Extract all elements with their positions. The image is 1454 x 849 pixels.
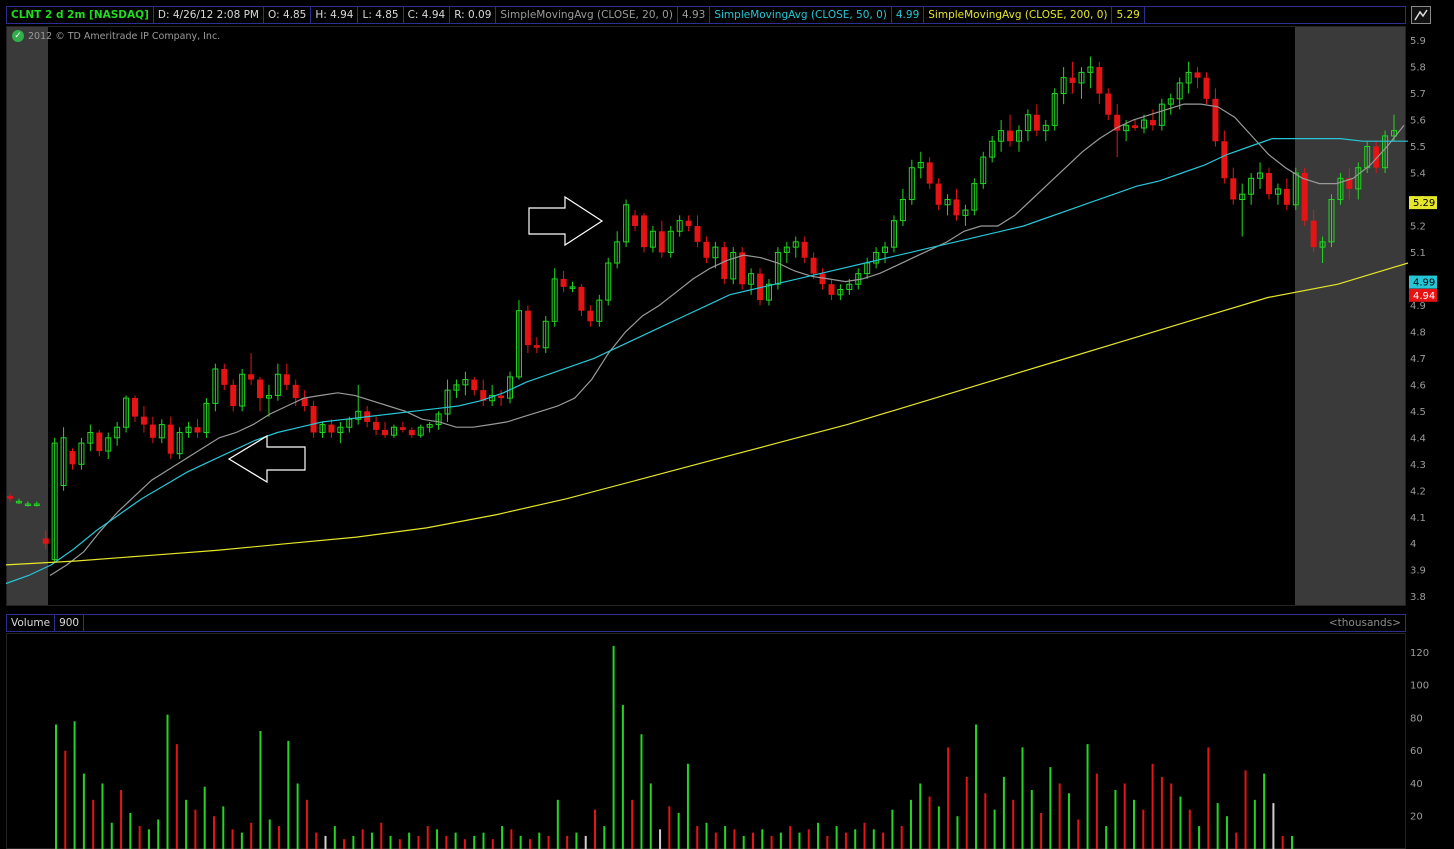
candle-body	[1310, 220, 1317, 248]
price-tick-label: 5.7	[1410, 89, 1426, 100]
candle-body	[533, 345, 540, 348]
candle-body	[578, 286, 585, 311]
candle-body	[810, 257, 817, 274]
candle-body	[149, 424, 156, 438]
arrow-left-icon	[227, 434, 306, 484]
chart-canvas: 5.95.85.75.65.55.45.35.25.154.94.84.74.6…	[5, 27, 1437, 849]
candle-body	[640, 215, 647, 248]
candle-body	[498, 395, 505, 399]
candle-body	[1069, 77, 1076, 83]
candle-body	[703, 241, 710, 258]
candle-body	[221, 368, 228, 385]
price-tick-label: 4.5	[1410, 407, 1426, 418]
afterhours-shade	[1295, 27, 1405, 605]
price-tick-label: 4.3	[1410, 460, 1426, 471]
price-tick-label: 3.8	[1410, 592, 1426, 603]
candle-body	[382, 429, 389, 436]
volume-tick-label: 60	[1410, 746, 1423, 757]
candle-body	[42, 538, 49, 544]
volume-tick-label: 120	[1410, 648, 1429, 659]
candle-body	[685, 220, 692, 226]
candle-body	[658, 231, 665, 253]
price-tick-label: 4	[1410, 539, 1416, 550]
candle-body	[1212, 98, 1219, 142]
candle-body	[69, 451, 76, 465]
candle-body	[819, 273, 826, 285]
volume-tick-label: 40	[1410, 779, 1423, 790]
candle-body	[632, 215, 639, 226]
candle-body	[1033, 114, 1040, 131]
candle-body	[1283, 188, 1290, 205]
candle-body	[408, 429, 415, 436]
copyright-text: 2012 © TD Ameritrade IP Company, Inc.	[28, 30, 221, 42]
price-badge-label: 4.99	[1413, 278, 1435, 289]
price-tick-label: 4.8	[1410, 327, 1426, 338]
arrow-right-icon	[528, 195, 604, 247]
sma20-line	[49, 103, 1405, 577]
candle-body	[292, 384, 299, 399]
price-tick-label: 4.7	[1410, 354, 1426, 365]
candle-body	[96, 432, 103, 452]
candle-body	[1265, 173, 1272, 195]
candle-body	[399, 427, 406, 430]
candle-body	[828, 284, 835, 295]
price-tick-label: 5.9	[1410, 36, 1426, 47]
ameritrade-logo-icon: ✓	[12, 30, 24, 42]
price-badge-label: 5.29	[1413, 198, 1435, 209]
price-tick-label: 5.4	[1410, 169, 1426, 180]
price-badge-label: 4.94	[1413, 291, 1435, 302]
candle-body	[373, 421, 380, 430]
price-tick-label: 5.5	[1410, 142, 1426, 153]
candle-body	[953, 199, 960, 216]
premarket-shade	[7, 27, 48, 605]
price-tick-label: 4.9	[1410, 301, 1426, 312]
candle-body	[328, 424, 335, 433]
candle-body	[1105, 93, 1112, 115]
price-tick-label: 4.4	[1410, 433, 1426, 444]
price-tick-label: 3.9	[1410, 566, 1426, 577]
copyright: ✓ 2012 © TD Ameritrade IP Company, Inc.	[12, 30, 220, 42]
candle-body	[1096, 67, 1103, 94]
candle-body	[560, 278, 567, 287]
price-tick-label: 5.1	[1410, 248, 1426, 259]
volume-tick-label: 20	[1410, 812, 1423, 823]
candle-body	[1149, 120, 1156, 126]
candle-body	[310, 406, 317, 433]
sma200-line	[5, 262, 1409, 566]
price-tick-label: 4.1	[1410, 513, 1426, 524]
candle-body	[1230, 178, 1237, 200]
volume-tick-label: 80	[1410, 713, 1423, 724]
candle-body	[132, 398, 139, 417]
candle-body	[1007, 130, 1014, 142]
candle-body	[1203, 77, 1210, 99]
candle-body	[1132, 125, 1139, 128]
volume-tick-label: 100	[1410, 681, 1429, 692]
candle-body	[587, 310, 594, 322]
price-tick-label: 5.6	[1410, 116, 1426, 127]
candle-body	[1194, 72, 1201, 78]
candle-body	[1221, 141, 1228, 179]
candle-body	[471, 379, 478, 391]
candle-body	[140, 416, 147, 425]
price-tick-label: 4.2	[1410, 486, 1426, 497]
candle-body	[801, 241, 808, 258]
candle-body	[257, 379, 264, 399]
sma50-line	[5, 138, 1408, 585]
candle-body	[283, 374, 290, 385]
candle-body	[926, 162, 933, 184]
candle-body	[230, 384, 237, 407]
candle-body	[167, 424, 174, 454]
candle-body	[524, 310, 531, 346]
price-tick-label: 5.2	[1410, 221, 1426, 232]
candle-body	[694, 225, 701, 242]
price-tick-label: 5.8	[1410, 63, 1426, 74]
candle-body	[739, 252, 746, 285]
price-tick-label: 4.6	[1410, 380, 1426, 391]
candle-body	[194, 427, 201, 433]
candle-body	[248, 374, 255, 380]
candle-body	[7, 496, 13, 499]
candle-body	[935, 183, 942, 205]
